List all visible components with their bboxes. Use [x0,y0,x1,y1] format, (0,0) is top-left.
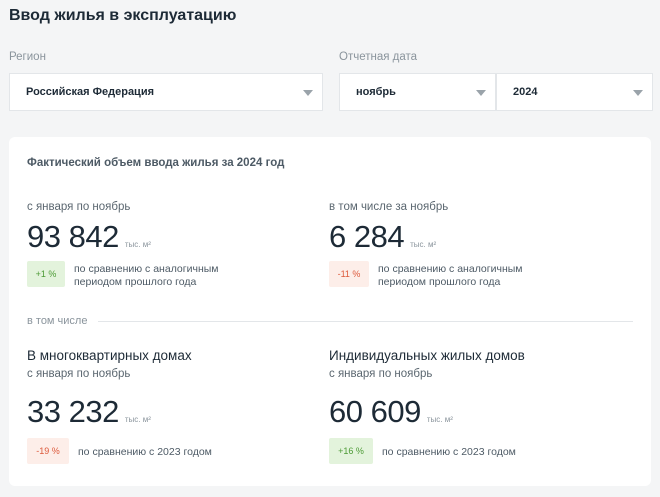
year-select-value: 2024 [513,86,538,98]
total-value: 93 842 [27,219,119,254]
month-select[interactable]: ноябрь [339,73,496,111]
total-change-badge: +1 % [27,261,65,287]
apartments-metric: 33 232 тыс. м² [27,394,151,430]
individual-change-badge: +16 % [329,438,373,464]
apartments-period: с января по ноябрь [27,368,131,380]
total-note: по сравнению с аналогичным периодом прош… [74,263,219,289]
month-metric: 6 284 тыс. м² [329,219,436,255]
individual-note: по сравнению с 2023 годом [382,446,516,458]
month-note: по сравнению с аналогичным периодом прош… [378,263,523,289]
individual-period: с января по ноябрь [329,368,433,380]
apartments-change-badge: -19 % [27,438,69,464]
month-note-line2: периодом прошлого года [378,276,501,288]
region-select[interactable]: Российская Федерация [9,73,323,111]
chevron-down-icon [633,90,643,96]
month-select-value: ноябрь [356,86,396,98]
section-label: в том числе [27,315,88,327]
month-note-line1: по сравнению с аналогичным [378,263,523,275]
housing-stats-card: Фактический объем ввода жилья за 2024 го… [9,137,651,486]
card-title: Фактический объем ввода жилья за 2024 го… [27,157,285,169]
month-period: в том числе за ноябрь [329,201,449,213]
total-note-line1: по сравнению с аналогичным [74,263,219,275]
total-unit: тыс. м² [124,240,151,249]
individual-heading: Индивидуальных жилых домов [329,348,525,363]
section-divider [98,321,633,322]
chevron-down-icon [476,90,486,96]
page-title: Ввод жилья в эксплуатацию [9,7,237,24]
year-select[interactable]: 2024 [496,73,653,111]
region-select-value: Российская Федерация [26,86,154,98]
total-period: с января по ноябрь [27,201,131,213]
individual-value: 60 609 [329,394,421,429]
apartments-value: 33 232 [27,394,119,429]
apartments-note: по сравнению с 2023 годом [78,446,212,458]
apartments-heading: В многоквартирных домах [27,348,192,363]
apartments-unit: тыс. м² [124,415,151,424]
chevron-down-icon [303,90,313,96]
total-note-line2: периодом прошлого года [74,276,197,288]
region-label: Регион [9,51,46,63]
month-unit: тыс. м² [410,240,437,249]
month-change-badge: -11 % [329,261,369,287]
individual-metric: 60 609 тыс. м² [329,394,453,430]
total-metric: 93 842 тыс. м² [27,219,151,255]
date-label: Отчетная дата [339,51,418,63]
month-value: 6 284 [329,219,405,254]
individual-unit: тыс. м² [426,415,453,424]
